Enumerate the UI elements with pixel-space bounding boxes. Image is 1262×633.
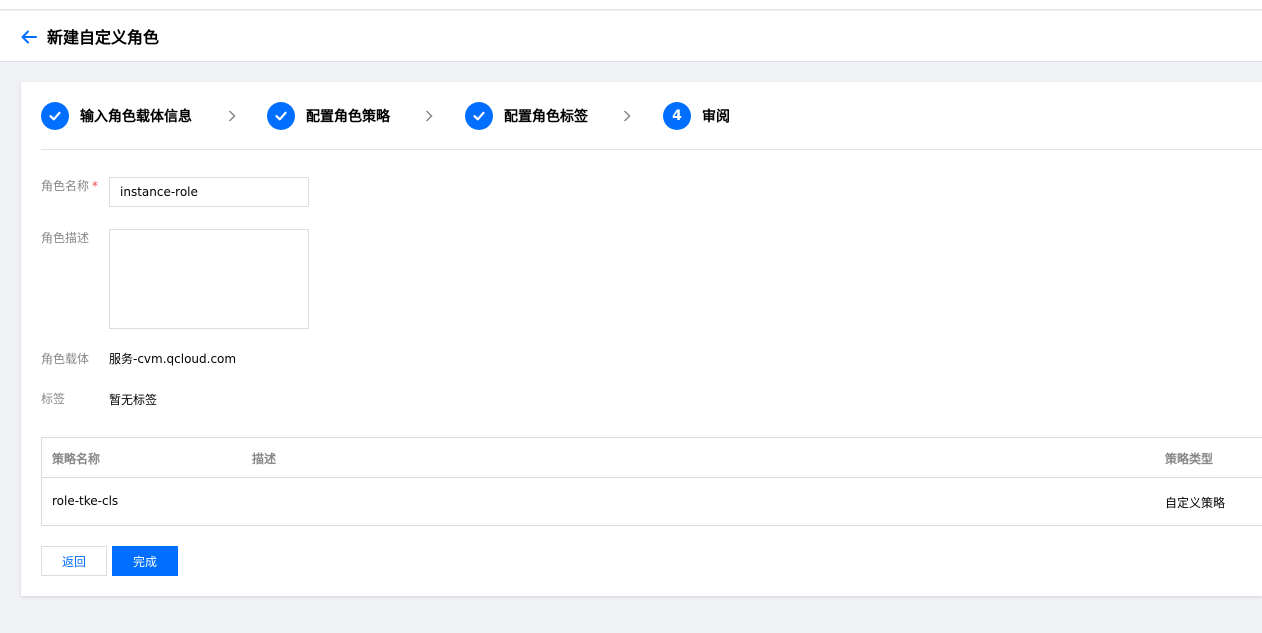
- step-1-check: [41, 102, 69, 130]
- step-3-label: 配置角色标签: [504, 109, 588, 125]
- review-card: 输入角色载体信息 配置角色策略 配置角色标签 4 审阅 角色名称 * insta…: [21, 82, 1262, 596]
- role-name-label: 角色名称 *: [41, 177, 98, 195]
- table-header-row: 策略名称 描述 策略类型: [42, 438, 1262, 478]
- role-desc-label: 角色描述: [41, 231, 90, 245]
- chevron-right-icon: [228, 110, 236, 122]
- step-3: 配置角色标签: [465, 102, 588, 130]
- column-header-description: 描述: [252, 452, 277, 466]
- chevron-right-icon: [425, 110, 433, 122]
- done-button[interactable]: 完成: [112, 546, 178, 576]
- page-header: 新建自定义角色: [0, 11, 1262, 62]
- chevron-right-icon: [623, 110, 631, 122]
- check-icon: [473, 111, 485, 121]
- step-3-check: [465, 102, 493, 130]
- role-carrier-label: 角色载体: [41, 352, 90, 366]
- step-4-number: 4: [663, 102, 691, 130]
- cell-policy-name: role-tke-cls: [52, 494, 119, 508]
- tags-value: 暂无标签: [109, 393, 158, 407]
- step-2-check: [267, 102, 295, 130]
- check-icon: [49, 111, 61, 121]
- stepper: 输入角色载体信息 配置角色策略 配置角色标签 4 审阅: [41, 102, 1262, 130]
- table-row: role-tke-cls 自定义策略: [42, 478, 1262, 526]
- policy-table: 策略名称 描述 策略类型 role-tke-cls 自定义策略: [41, 437, 1262, 526]
- required-mark: *: [92, 179, 99, 193]
- step-4-label: 审阅: [702, 109, 730, 125]
- back-button[interactable]: 返回: [41, 546, 107, 576]
- top-strip: [0, 0, 1262, 10]
- page-title: 新建自定义角色: [47, 28, 160, 47]
- role-name-input[interactable]: [109, 177, 309, 207]
- step-2: 配置角色策略: [267, 102, 390, 130]
- role-desc-textarea[interactable]: [109, 229, 309, 329]
- step-2-label: 配置角色策略: [306, 109, 390, 125]
- column-header-policy-name: 策略名称: [52, 452, 101, 466]
- arrow-left-icon[interactable]: [20, 28, 38, 46]
- check-icon: [275, 111, 287, 121]
- role-carrier-value: 服务-cvm.qcloud.com: [109, 352, 237, 366]
- role-name-label-text: 角色名称: [41, 179, 90, 193]
- tags-label: 标签: [41, 392, 66, 406]
- cell-policy-type: 自定义策略: [1165, 496, 1226, 510]
- divider: [41, 149, 1262, 150]
- step-1: 输入角色载体信息: [41, 102, 192, 130]
- column-header-policy-type: 策略类型: [1165, 452, 1214, 466]
- step-1-label: 输入角色载体信息: [80, 109, 192, 125]
- step-4: 4 审阅: [663, 102, 730, 130]
